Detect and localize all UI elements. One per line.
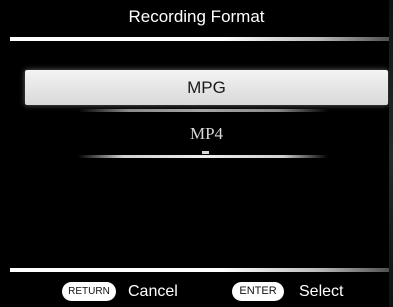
option-divider — [78, 155, 328, 158]
format-option-mpg[interactable]: MPG — [25, 70, 388, 105]
screen-edge — [389, 0, 393, 307]
footer-divider — [10, 268, 393, 272]
return-key-button[interactable]: RETURN — [62, 282, 116, 301]
key-hints-bar: RETURN Cancel ENTER Select — [0, 280, 393, 304]
enter-key-button[interactable]: ENTER — [232, 282, 284, 301]
header-divider — [10, 37, 393, 41]
cursor-marker — [202, 151, 209, 154]
format-option-label: MPG — [187, 78, 226, 97]
format-option-label: MP4 — [189, 124, 224, 143]
page-title: Recording Format — [128, 7, 265, 26]
option-divider — [78, 109, 328, 112]
cancel-hint-label: Cancel — [128, 283, 178, 300]
format-option-mp4[interactable]: MP4 — [25, 120, 388, 150]
select-hint-label: Select — [299, 283, 344, 300]
recording-format-screen: Recording Format MPG MP4 RETURN Cancel E… — [0, 0, 393, 307]
